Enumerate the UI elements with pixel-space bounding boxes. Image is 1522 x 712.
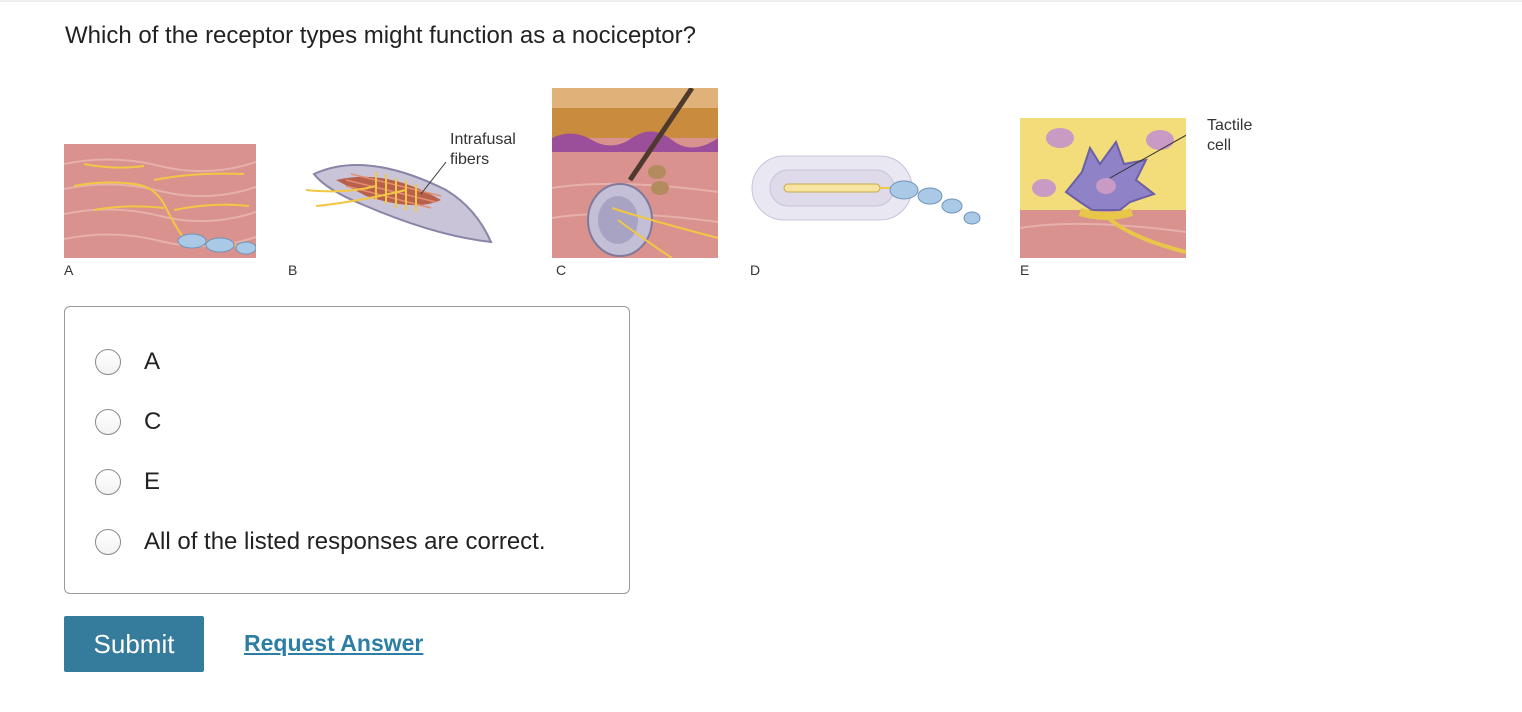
radio-button[interactable] xyxy=(95,469,121,495)
receptor-image-d xyxy=(751,155,981,225)
choice-label: E xyxy=(144,468,161,495)
radio-button[interactable] xyxy=(95,349,121,375)
callout-line: Intrafusal xyxy=(450,131,516,148)
panel-label-a: A xyxy=(64,262,74,278)
receptor-image-e xyxy=(1020,118,1186,258)
tactile-cell-callout: Tactile cell xyxy=(1207,116,1252,156)
question-text: Which of the receptor types might functi… xyxy=(65,22,696,49)
receptor-image-c xyxy=(552,88,718,258)
receptor-image-a xyxy=(64,144,256,258)
panel-label-b: B xyxy=(288,262,298,278)
intrafusal-fibers-callout: Intrafusal fibers xyxy=(450,130,516,170)
callout-line: fibers xyxy=(450,151,490,168)
choice-e[interactable]: E xyxy=(95,467,160,497)
answer-choices: A C E All of the listed responses are co… xyxy=(64,306,630,594)
callout-line: cell xyxy=(1207,137,1232,154)
radio-button[interactable] xyxy=(95,529,121,555)
choice-label: A xyxy=(144,348,161,375)
panel-label-e: E xyxy=(1020,262,1030,278)
choice-a[interactable]: A xyxy=(95,347,160,377)
submit-button[interactable]: Submit xyxy=(64,616,204,672)
callout-line: Tactile xyxy=(1207,117,1253,134)
radio-button[interactable] xyxy=(95,409,121,435)
panel-label-c: C xyxy=(556,262,567,278)
choice-all-correct[interactable]: All of the listed responses are correct. xyxy=(95,527,546,557)
panel-label-d: D xyxy=(750,262,761,278)
choice-label: C xyxy=(144,408,162,435)
choice-label: All of the listed responses are correct. xyxy=(144,528,546,555)
top-divider xyxy=(0,0,1522,2)
choice-c[interactable]: C xyxy=(95,407,161,437)
request-answer-link[interactable]: Request Answer xyxy=(244,630,423,657)
receptor-figure: Intrafusal fibers Tactile cell A B C D E xyxy=(0,80,1522,290)
